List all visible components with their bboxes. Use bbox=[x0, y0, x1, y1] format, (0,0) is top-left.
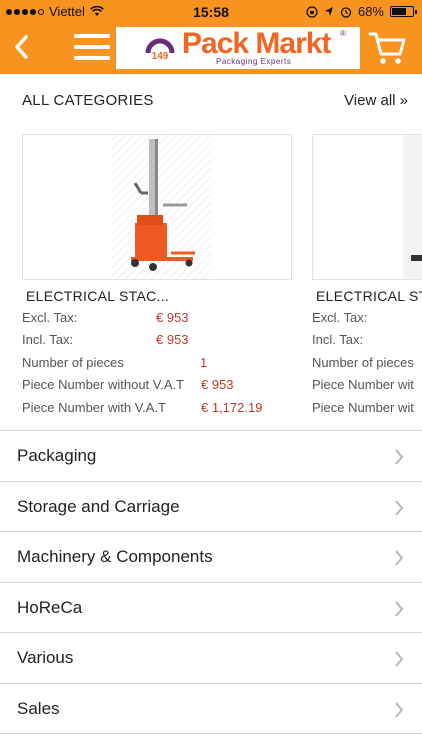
piece-vat-label: Piece Number wit bbox=[312, 400, 414, 415]
category-label: Various bbox=[17, 648, 74, 668]
piece-vat-label: Piece Number with V.A.T bbox=[22, 400, 167, 415]
battery-fill bbox=[392, 8, 406, 15]
chevron-left-icon[interactable] bbox=[8, 32, 38, 62]
nav-bar: 149 Pack Markt ® Packaging Experts bbox=[0, 24, 422, 74]
incl-tax-row: Incl. Tax: € 953 bbox=[22, 332, 189, 347]
logo-mark-icon: 149 bbox=[145, 38, 175, 62]
product-image[interactable] bbox=[312, 134, 422, 280]
category-item-packaging[interactable]: Packaging bbox=[0, 430, 422, 481]
category-label: Sales bbox=[17, 698, 60, 718]
product-name[interactable]: ELECTRICAL STAC... bbox=[26, 288, 169, 304]
category-item-machinery[interactable]: Machinery & Components bbox=[0, 531, 422, 582]
status-bar: Viettel 15:58 68% bbox=[0, 0, 422, 24]
excl-tax-row: Excl. Tax: bbox=[312, 310, 367, 325]
logo-registered: ® bbox=[340, 29, 346, 38]
incl-tax-row: Incl. Tax: bbox=[312, 332, 363, 347]
piece-no-vat-label: Piece Number without V.A.T bbox=[22, 377, 185, 392]
piece-vat-value: € 1,172.19 bbox=[201, 400, 263, 415]
category-label: Storage and Carriage bbox=[17, 496, 180, 516]
product-name[interactable]: ELECTRICAL ST bbox=[316, 288, 422, 304]
piece-vat-row: Piece Number wit bbox=[312, 400, 414, 415]
incl-tax-label: Incl. Tax: bbox=[22, 332, 74, 347]
excl-tax-label: Excl. Tax: bbox=[312, 310, 368, 325]
category-label: HoReCa bbox=[17, 597, 83, 617]
chevron-right-icon bbox=[395, 601, 404, 617]
status-right: 68% bbox=[306, 4, 417, 19]
battery-icon bbox=[390, 6, 417, 17]
product-image-icon bbox=[403, 135, 422, 279]
battery-percent: 68% bbox=[357, 4, 384, 19]
piece-no-vat-value: € 953 bbox=[201, 377, 234, 392]
top-bar: Viettel 15:58 68% 149 Pack Markt ® Packa… bbox=[0, 0, 422, 74]
piece-no-vat-row: Piece Number without V.A.T € 953 bbox=[22, 377, 234, 392]
category-item-storage[interactable]: Storage and Carriage bbox=[0, 480, 422, 532]
pieces-row: Number of pieces bbox=[312, 355, 414, 370]
chevron-right-icon bbox=[395, 702, 404, 718]
excl-tax-value: € 953 bbox=[156, 310, 189, 325]
rotation-lock-icon bbox=[306, 5, 318, 18]
product-card[interactable]: ELECTRICAL ST Excl. Tax: Incl. Tax: Numb… bbox=[312, 134, 422, 424]
piece-no-vat-row: Piece Number wit bbox=[312, 377, 414, 392]
pieces-label: Number of pieces bbox=[312, 355, 414, 370]
view-all-link[interactable]: View all » bbox=[344, 92, 408, 109]
location-icon bbox=[324, 7, 333, 16]
chevron-right-icon bbox=[395, 651, 404, 668]
category-list: Packaging Storage and Carriage Machinery… bbox=[0, 430, 422, 734]
pieces-row: Number of pieces 1 bbox=[22, 355, 207, 370]
category-item-sales[interactable]: Sales bbox=[0, 682, 422, 734]
product-carousel[interactable]: ELECTRICAL STAC... Excl. Tax: € 953 Incl… bbox=[0, 134, 422, 424]
category-label: Machinery & Components bbox=[17, 547, 213, 567]
logo-text: Pack Markt bbox=[182, 27, 331, 60]
product-image[interactable] bbox=[22, 134, 292, 280]
chevron-right-icon bbox=[395, 449, 404, 465]
section-header: ALL CATEGORIES View all » bbox=[0, 88, 422, 114]
hamburger-menu-icon[interactable] bbox=[74, 34, 110, 62]
shopping-cart-icon[interactable] bbox=[368, 30, 406, 66]
logo-tagline: Packaging Experts bbox=[216, 57, 292, 66]
chevron-right-icon bbox=[395, 499, 404, 516]
category-item-horeca[interactable]: HoReCa bbox=[0, 581, 422, 633]
alarm-icon bbox=[340, 6, 352, 18]
category-item-various[interactable]: Various bbox=[0, 632, 422, 683]
svg-text:149: 149 bbox=[152, 51, 169, 62]
pieces-value: 1 bbox=[200, 355, 208, 370]
incl-tax-label: Incl. Tax: bbox=[312, 332, 364, 347]
electric-stacker-icon bbox=[111, 135, 211, 279]
logo[interactable]: 149 Pack Markt ® Packaging Experts bbox=[116, 27, 360, 69]
incl-tax-value: € 953 bbox=[156, 332, 189, 347]
product-card[interactable]: ELECTRICAL STAC... Excl. Tax: € 953 Incl… bbox=[22, 134, 294, 424]
piece-vat-row: Piece Number with V.A.T € 1,172.19 bbox=[22, 400, 262, 415]
category-label: Packaging bbox=[17, 446, 97, 465]
excl-tax-row: Excl. Tax: € 953 bbox=[22, 310, 189, 325]
chevron-right-icon bbox=[395, 550, 404, 566]
excl-tax-label: Excl. Tax: bbox=[22, 310, 78, 325]
section-title: ALL CATEGORIES bbox=[22, 92, 154, 109]
pieces-label: Number of pieces bbox=[22, 355, 124, 370]
piece-no-vat-label: Piece Number wit bbox=[312, 377, 414, 392]
